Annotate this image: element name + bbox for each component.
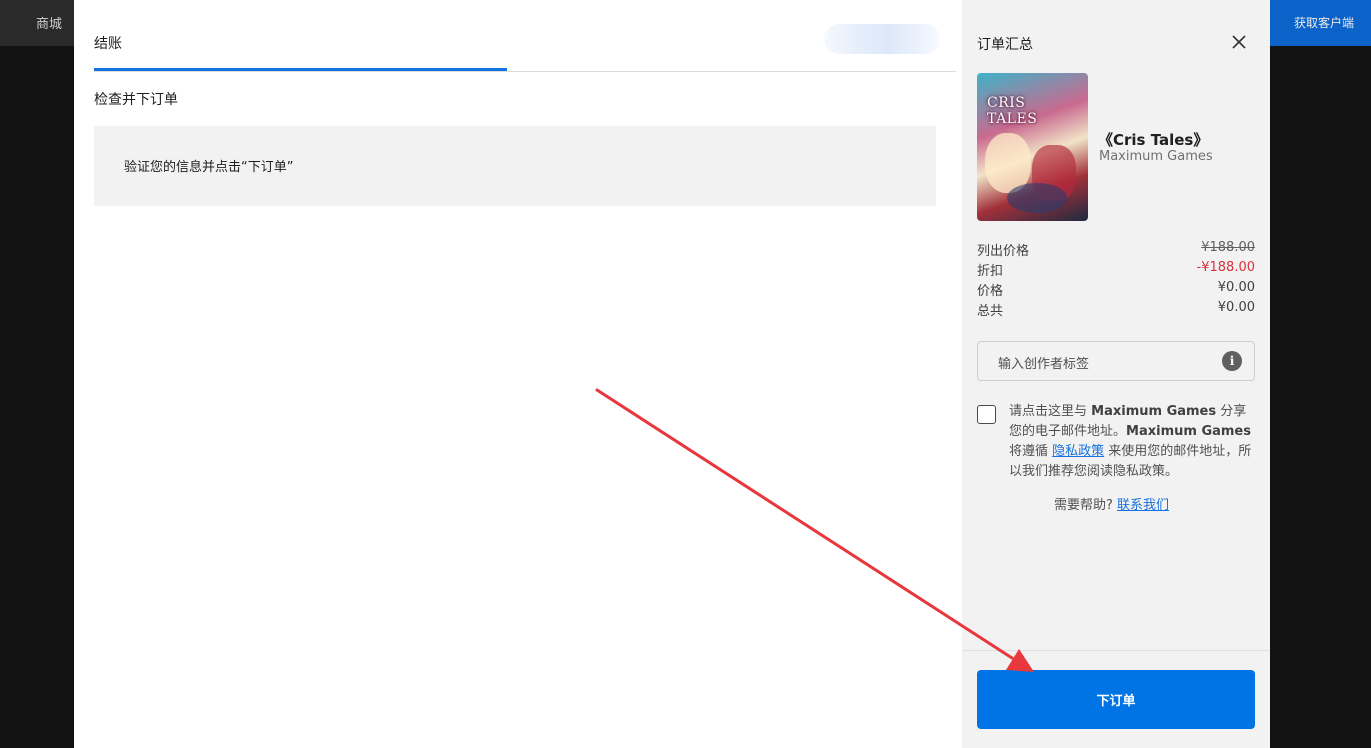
creator-tag-placeholder: 输入创作者标签 — [998, 357, 1090, 372]
price-value: ¥0.00 — [1217, 300, 1255, 315]
price-value: ¥188.00 — [1201, 240, 1255, 255]
get-client-label: 获取客户端 — [1294, 16, 1355, 30]
checkout-modal: 结账 检查并下订单 验证您的信息并点击“下订单” 订单汇总 CRIS TALES… — [74, 0, 1270, 748]
price-label: 价格 — [977, 284, 1004, 299]
creator-tag-input[interactable]: 输入创作者标签 i — [977, 341, 1255, 381]
price-label: 折扣 — [977, 264, 1004, 279]
tab-checkout[interactable]: 结账 — [94, 33, 122, 53]
verification-message: 验证您的信息并点击“下订单” — [124, 160, 294, 175]
app-root: 商城 获取客户端 结账 检查并下订单 验证您的信息并点击“下订单” 订单汇总 C… — [0, 0, 1371, 748]
game-cover-image: CRIS TALES — [977, 73, 1088, 221]
section-title: 检查并下订单 — [94, 92, 178, 108]
info-icon[interactable]: i — [1222, 351, 1242, 371]
cover-art-shape — [1007, 183, 1067, 213]
price-value: ¥0.00 — [1217, 280, 1255, 295]
price-row-price: 价格 ¥0.00 — [977, 280, 1255, 300]
store-nav-shop[interactable]: 商城 — [36, 13, 62, 32]
place-order-button[interactable]: 下订单 — [977, 670, 1255, 729]
publisher-name: Maximum Games — [1091, 404, 1217, 419]
order-summary-pane: 订单汇总 CRIS TALES 《Cris Tales》 Maximum Gam… — [962, 0, 1270, 748]
cover-logo-text: CRIS TALES — [987, 95, 1038, 127]
privacy-policy-link[interactable]: 隐私政策 — [1052, 444, 1104, 459]
footer-divider — [962, 650, 1270, 651]
close-icon — [1232, 35, 1246, 49]
close-button[interactable] — [1229, 32, 1249, 52]
price-value: -¥188.00 — [1196, 260, 1255, 275]
email-share-consent-text: 请点击这里与 Maximum Games 分享您的电子邮件地址。Maximum … — [1009, 404, 1252, 479]
product-publisher: Maximum Games — [1099, 149, 1213, 164]
price-row-discount: 折扣 -¥188.00 — [977, 260, 1255, 280]
price-label: 列出价格 — [977, 244, 1030, 259]
tab-divider — [94, 71, 956, 72]
verification-info-box: 验证您的信息并点击“下订单” — [94, 126, 936, 206]
publisher-name: Maximum Games — [1126, 424, 1251, 439]
checkout-main-pane: 结账 检查并下订单 验证您的信息并点击“下订单” — [74, 0, 962, 748]
price-label: 总共 — [977, 304, 1004, 319]
blurred-account-info — [824, 24, 940, 54]
contact-us-link[interactable]: 联系我们 — [1117, 498, 1169, 513]
order-summary-title: 订单汇总 — [977, 37, 1033, 53]
price-row-list: 列出价格 ¥188.00 — [977, 240, 1255, 260]
help-line: 需要帮助? 联系我们 — [1054, 498, 1170, 513]
get-client-button[interactable]: 获取客户端 — [1270, 0, 1371, 46]
product-title: 《Cris Tales》 — [1098, 131, 1209, 149]
price-row-total: 总共 ¥0.00 — [977, 300, 1255, 320]
email-share-checkbox[interactable] — [977, 405, 996, 424]
